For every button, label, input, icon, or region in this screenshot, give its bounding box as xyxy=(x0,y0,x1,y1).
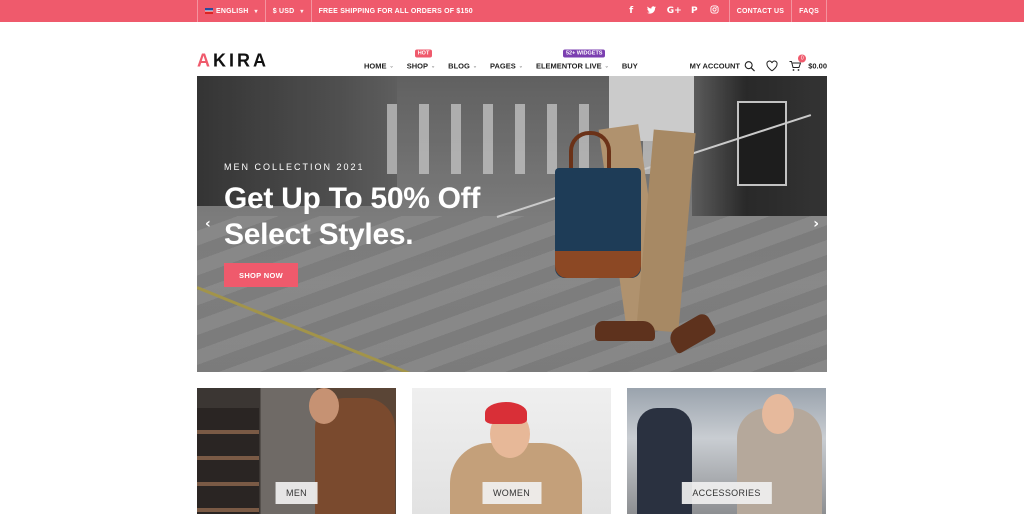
top-bar: ENGLISH ▾ $ USD ▾ FREE SHIPPING FOR ALL … xyxy=(0,0,1024,22)
hero-title-line: Get Up To 50% Off xyxy=(224,182,481,215)
nav-label: BUY xyxy=(621,61,638,71)
cart-icon xyxy=(789,61,802,71)
chevron-down-icon: ▾ xyxy=(300,8,304,15)
nav-label: BLOG xyxy=(448,61,470,71)
chevron-down-icon: ⌄ xyxy=(430,63,436,69)
chevron-down-icon: ⌄ xyxy=(472,63,478,69)
category-image xyxy=(762,394,794,434)
cart-count-badge: 0 xyxy=(798,54,807,63)
category-label[interactable]: MEN xyxy=(275,482,318,504)
nav-home[interactable]: HOME ⌄ xyxy=(364,62,394,71)
google-plus-icon[interactable]: G+ xyxy=(667,6,682,16)
pinterest-icon[interactable]: P xyxy=(690,6,699,16)
hero-title-line: Select Styles. xyxy=(224,218,414,251)
hero-title: Get Up To 50% Off Select Styles. xyxy=(224,181,480,253)
widgets-badge: 52+ WIDGETS xyxy=(562,49,606,58)
category-label[interactable]: WOMEN xyxy=(482,482,541,504)
faqs-link[interactable]: FAQS xyxy=(792,0,827,22)
category-label[interactable]: ACCESSORIES xyxy=(681,482,772,504)
category-image xyxy=(485,402,527,424)
shipping-notice: FREE SHIPPING FOR ALL ORDERS OF $150 xyxy=(318,7,473,15)
site-header: AKIRA HOME ⌄ HOT SHOP ⌄ BLOG ⌄ PAGES ⌄ 52+ W… xyxy=(0,22,1024,77)
flag-icon xyxy=(205,8,213,14)
chevron-left-icon[interactable]: ‹ xyxy=(205,216,211,232)
category-card-men[interactable]: MEN xyxy=(197,388,396,514)
header-icons: 0 $0.00 xyxy=(744,54,827,72)
nav-buy[interactable]: BUY xyxy=(622,62,638,71)
language-label: ENGLISH xyxy=(216,7,249,15)
nav-blog[interactable]: BLOG ⌄ xyxy=(448,62,477,71)
main-nav: HOME ⌄ HOT SHOP ⌄ BLOG ⌄ PAGES ⌄ 52+ WIDGETS… xyxy=(364,49,651,71)
nav-label: ELEMENTOR LIVE xyxy=(535,61,602,71)
cart-button[interactable]: 0 $0.00 xyxy=(789,54,827,72)
hot-badge: HOT xyxy=(414,49,433,58)
nav-pages[interactable]: PAGES ⌄ xyxy=(490,62,523,71)
chevron-down-icon: ⌄ xyxy=(389,63,394,69)
site-logo[interactable]: AKIRA xyxy=(197,51,269,72)
nav-elementor-live[interactable]: 52+ WIDGETS ELEMENTOR LIVE ⌄ xyxy=(535,49,609,71)
search-icon[interactable] xyxy=(744,61,755,72)
category-image xyxy=(197,408,259,514)
category-card-women[interactable]: WOMEN xyxy=(412,388,611,514)
contact-us-link[interactable]: CONTACT US xyxy=(730,0,793,22)
chevron-right-icon[interactable]: › xyxy=(813,216,819,232)
hero-subtitle: MEN COLLECTION 2021 xyxy=(224,162,365,172)
instagram-icon[interactable] xyxy=(710,5,719,17)
cart-total: $0.00 xyxy=(808,61,827,71)
category-card-accessories[interactable]: ACCESSORIES xyxy=(627,388,826,514)
hero-slider: MEN COLLECTION 2021 Get Up To 50% Off Se… xyxy=(197,76,827,372)
chevron-down-icon: ▾ xyxy=(254,8,258,15)
facebook-icon[interactable]: f xyxy=(627,6,636,16)
currency-label: $ USD xyxy=(272,7,295,15)
nav-shop[interactable]: HOT SHOP ⌄ xyxy=(406,49,436,71)
social-links: f G+ P xyxy=(627,0,730,22)
heart-icon[interactable] xyxy=(766,60,778,72)
nav-label: PAGES xyxy=(490,61,516,71)
shop-now-button[interactable]: SHOP NOW xyxy=(224,263,298,287)
language-selector[interactable]: ENGLISH ▾ xyxy=(197,0,266,22)
chevron-down-icon: ⌄ xyxy=(518,63,523,69)
category-image xyxy=(309,388,339,424)
nav-label: HOME xyxy=(364,61,387,71)
chevron-down-icon: ⌄ xyxy=(604,63,609,69)
currency-selector[interactable]: $ USD ▾ xyxy=(266,0,312,22)
nav-label: SHOP xyxy=(406,61,428,71)
twitter-icon[interactable] xyxy=(646,5,656,17)
my-account-link[interactable]: MY ACCOUNT xyxy=(690,62,740,71)
